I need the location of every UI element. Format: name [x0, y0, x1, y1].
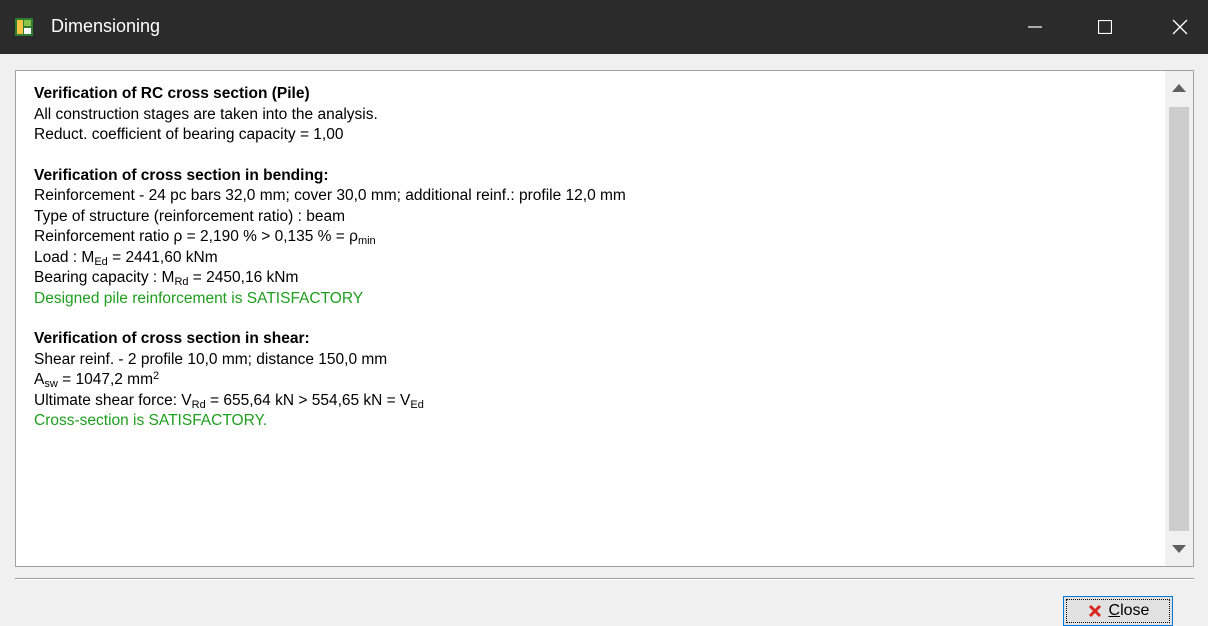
- bearing-capacity-line: Bearing capacity : MRd = 2450,16 kNm: [34, 269, 299, 288]
- structure-type: Type of structure (reinforcement ratio) …: [34, 207, 345, 225]
- report-text: Verification of RC cross section (Pile) …: [34, 84, 1163, 432]
- scroll-up-button[interactable]: [1165, 71, 1193, 105]
- load-line: Load : MEd = 2441,60 kNm: [34, 248, 218, 268]
- report-heading: Verification of RC cross section (Pile): [34, 85, 310, 102]
- shear-reinforcement: Shear reinf. - 2 profile 10,0 mm; distan…: [34, 350, 388, 368]
- minimize-icon: [1028, 26, 1042, 28]
- maximize-button[interactable]: [1077, 0, 1133, 54]
- reduct-coefficient: Reduct. coefficient of bearing capacity …: [34, 126, 344, 143]
- maximize-icon: [1098, 20, 1112, 34]
- shear-heading: Verification of cross section in shear:: [34, 330, 310, 347]
- report-panel[interactable]: Verification of RC cross section (Pile) …: [15, 70, 1194, 567]
- stages-note: All construction stages are taken into t…: [34, 105, 378, 123]
- scroll-down-button[interactable]: [1165, 532, 1193, 566]
- scroll-up-arrow-icon: [1172, 84, 1186, 92]
- bending-reinforcement: Reinforcement - 24 pc bars 32,0 mm; cove…: [34, 187, 626, 204]
- shear-result: Cross-section is SATISFACTORY.: [34, 412, 268, 429]
- vertical-scrollbar[interactable]: [1165, 71, 1193, 566]
- window-title: Dimensioning: [51, 16, 161, 36]
- scroll-thumb[interactable]: [1169, 107, 1189, 531]
- window-close-button[interactable]: [1152, 0, 1208, 54]
- app-icon: [15, 18, 33, 36]
- red-x-icon: [1087, 603, 1103, 619]
- minimize-button[interactable]: [1007, 0, 1063, 54]
- reinforcement-ratio: Reinforcement ratio ρ = 2,190 % > 0,135 …: [34, 228, 376, 247]
- title-bar: Dimensioning: [0, 0, 1208, 54]
- close-icon: [1172, 19, 1188, 35]
- footer-separator: [15, 578, 1194, 580]
- close-button[interactable]: Close: [1063, 596, 1173, 626]
- shear-force-line: Ultimate shear force: VRd = 655,64 kN > …: [34, 391, 424, 411]
- scroll-down-arrow-icon: [1172, 545, 1186, 553]
- asw-line: Asw = 1047,2 mm2: [34, 370, 160, 390]
- bending-result: Designed pile reinforcement is SATISFACT…: [34, 289, 364, 307]
- bending-heading: Verification of cross section in bending…: [34, 166, 329, 184]
- close-button-label: Close: [1108, 602, 1150, 619]
